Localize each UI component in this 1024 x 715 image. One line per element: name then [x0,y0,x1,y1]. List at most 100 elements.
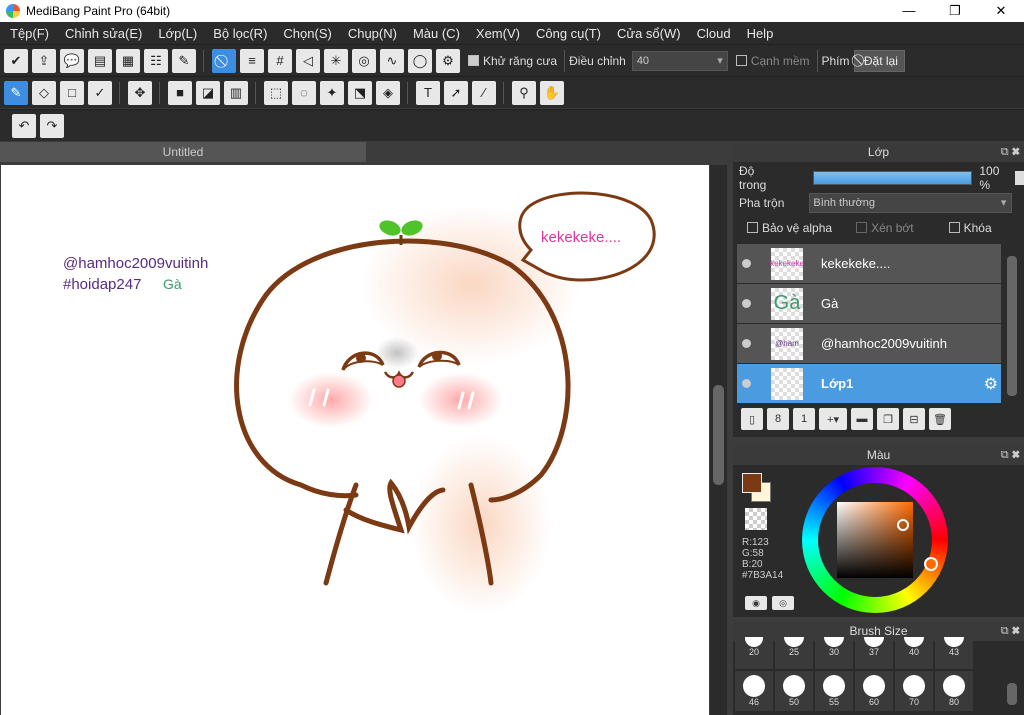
add-layer-dropdown-icon[interactable]: +▾ [819,408,847,430]
move-tool-icon[interactable]: ✥ [128,80,152,105]
gradient-tool-icon[interactable]: ▥ [224,80,248,105]
select-eraser-icon[interactable]: ◈ [376,80,400,105]
panel-undock-close-icon[interactable]: ⧉ ✖ [1001,621,1020,641]
select-pen-icon[interactable]: ⬔ [348,80,372,105]
brush-size-cell[interactable]: 37 [855,635,893,669]
maximize-button[interactable]: ❐ [932,0,978,22]
scrollbar-thumb[interactable] [1007,256,1017,396]
brush-scrollbar[interactable] [1005,641,1019,715]
menu-cloud[interactable]: Cloud [689,26,739,41]
drawing-canvas[interactable]: @hamhoc2009vuitinh #hoidap247 Gà kekekek… [1,165,709,715]
menu-snap[interactable]: Chụp(N) [340,26,405,41]
document-tab[interactable]: Untitled [0,142,366,162]
radial-snap-icon[interactable]: ✳ [324,48,348,73]
menu-file[interactable]: Tệp(F) [2,26,57,41]
blend-select[interactable]: Bình thường [809,192,1013,213]
parallel-snap-icon[interactable]: ≡ [240,48,264,73]
foreground-color-swatch[interactable] [742,473,762,493]
layer-item-selected[interactable]: Lớp1 ⚙ [737,364,1001,403]
opacity-slider[interactable] [812,170,973,185]
share-icon[interactable]: ⇪ [32,48,56,73]
visibility-toggle-icon[interactable] [742,339,751,348]
soft-edge-checkbox[interactable] [735,55,747,66]
menu-tools[interactable]: Công cụ(T) [528,26,609,41]
select-pen-tool-icon[interactable]: ✓ [88,80,112,105]
snap-off-icon[interactable]: ⃠ [212,48,236,73]
reset-button[interactable]: ⃠ Đặt lại [853,49,905,72]
menu-layer[interactable]: Lớp(L) [150,26,205,41]
folder-icon[interactable]: ▬ [851,408,873,430]
magic-wand-tool-icon[interactable]: ✦ [320,80,344,105]
undo-icon[interactable]: ↶ [12,113,36,138]
perspective-snap-icon[interactable]: ◁ [296,48,320,73]
transparent-color-swatch[interactable] [745,508,767,530]
color-picker-mode-icon[interactable]: ◎ [772,596,794,610]
canvas-vertical-scrollbar[interactable] [710,165,727,715]
divide-tool-icon[interactable]: ⁄ [472,80,496,105]
layer-scrollbar[interactable] [1005,244,1019,404]
eyedropper-tool-icon[interactable]: ⚲ [512,80,536,105]
palette-icon[interactable]: ◉ [745,596,767,610]
protect-alpha-checkbox[interactable] [747,222,758,233]
menu-select[interactable]: Chọn(S) [275,26,339,41]
menu-edit[interactable]: Chỉnh sửa(E) [57,26,150,41]
rect-select-tool-icon[interactable]: ⬚ [264,80,288,105]
fill-rect-tool-icon[interactable]: ■ [168,80,192,105]
page-icon[interactable]: ▦ [116,48,140,73]
close-button[interactable]: ✕ [978,0,1024,22]
opacity-slider-handle[interactable] [1015,170,1024,185]
new-8bit-layer-icon[interactable]: 8 [767,408,789,430]
layer-settings-gear-icon[interactable]: ⚙ [984,374,998,394]
menu-help[interactable]: Help [739,26,782,41]
visibility-toggle-icon[interactable] [742,379,751,388]
page-manage-icon[interactable]: ☷ [144,48,168,73]
snap-settings-icon[interactable]: ⚙ [436,48,460,73]
visibility-toggle-icon[interactable] [742,259,751,268]
cloud-save-icon[interactable]: ✔ [4,48,28,73]
lock-checkbox[interactable] [948,222,960,233]
layer-item[interactable]: Gà Gà [737,284,1001,323]
brush-size-cell[interactable]: 20 [735,635,773,669]
new-layer-icon[interactable]: ▯ [741,408,763,430]
page-edit-icon[interactable]: ✎ [172,48,196,73]
menu-filter[interactable]: Bộ lọc(R) [205,26,275,41]
delete-layer-icon[interactable]: 🗑 [929,408,951,430]
panel-undock-close-icon[interactable]: ⧉ ✖ [1001,142,1020,162]
duplicate-layer-icon[interactable]: ❐ [877,408,899,430]
hue-picker-handle[interactable] [924,557,938,571]
menu-view[interactable]: Xem(V) [468,26,528,41]
menu-color[interactable]: Màu (C) [405,26,468,41]
ellipse-snap-icon[interactable]: ◯ [408,48,432,73]
brush-size-cell[interactable]: 80 [935,671,973,711]
eraser-tool-icon[interactable]: ◇ [32,80,56,105]
scrollbar-thumb[interactable] [713,385,724,485]
menu-window[interactable]: Cửa sổ(W) [609,26,689,41]
brush-size-cell[interactable]: 30 [815,635,853,669]
brush-tool-icon[interactable]: ✎ [4,80,28,105]
layer-item[interactable]: kekekeke kekekeke.... [737,244,1001,283]
clipping-checkbox[interactable] [856,222,868,233]
text-tool-icon[interactable]: T [416,80,440,105]
visibility-toggle-icon[interactable] [742,299,751,308]
lasso-tool-icon[interactable]: ◌ [292,80,316,105]
merge-layer-icon[interactable]: ⊟ [903,408,925,430]
antialias-checkbox[interactable] [468,55,479,66]
comment-icon[interactable]: 💬 [60,48,84,73]
chat-icon[interactable]: ▤ [88,48,112,73]
layer-item[interactable]: @ham @hamhoc2009vuitinh [737,324,1001,363]
minimize-button[interactable]: — [886,0,932,22]
brush-size-cell[interactable]: 70 [895,671,933,711]
brush-size-cell[interactable]: 40 [895,635,933,669]
saturation-value-square[interactable] [837,502,913,578]
operation-tool-icon[interactable]: ➚ [444,80,468,105]
color-wheel[interactable] [802,467,948,613]
brush-size-cell[interactable]: 50 [775,671,813,711]
adjust-select[interactable]: 40 [631,50,728,71]
brush-size-cell[interactable]: 46 [735,671,773,711]
bucket-tool-icon[interactable]: ◪ [196,80,220,105]
panel-undock-close-icon[interactable]: ⧉ ✖ [1001,445,1020,465]
curve-snap-icon[interactable]: ∿ [380,48,404,73]
grid-snap-icon[interactable]: # [268,48,292,73]
brush-size-cell[interactable]: 43 [935,635,973,669]
brush-size-cell[interactable]: 25 [775,635,813,669]
